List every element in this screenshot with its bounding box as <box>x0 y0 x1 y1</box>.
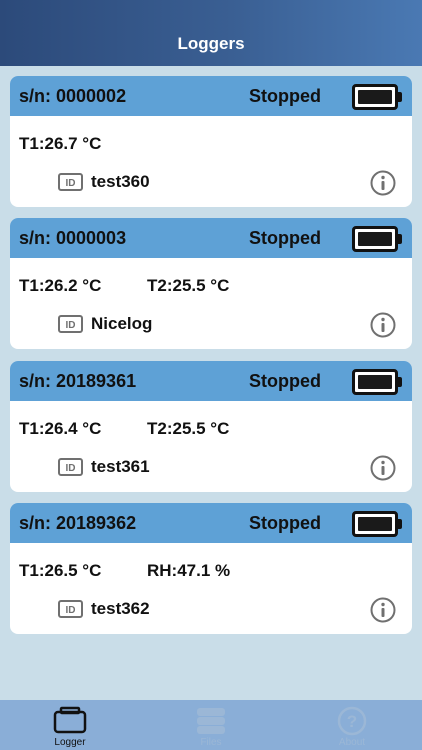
logger-name: test362 <box>91 599 150 618</box>
status-label: Stopped <box>249 228 321 248</box>
reading-2: RH:47.1 % <box>147 561 231 580</box>
battery-tip <box>398 234 402 244</box>
status-label: Stopped <box>249 371 321 391</box>
tab-logger[interactable]: Logger <box>0 700 140 750</box>
logger-card[interactable]: s/n: 20189361 Stopped T1:26.4 °C T2:25.5… <box>10 361 412 492</box>
serial-number: s/n: 20189361 <box>19 371 137 391</box>
info-icon[interactable] <box>370 597 396 623</box>
battery-tip <box>398 377 402 387</box>
tab-label: Files <box>200 737 222 748</box>
battery-tip <box>398 519 402 529</box>
temperature-1: T1:26.5 °C <box>19 561 102 580</box>
page-title: Loggers <box>177 34 245 53</box>
temperature-1: T1:26.7 °C <box>19 134 102 153</box>
logger-card[interactable]: s/n: 0000003 Stopped T1:26.2 °C T2:25.5 … <box>10 218 412 349</box>
battery-icon <box>352 84 398 110</box>
svg-text:?: ? <box>347 712 357 731</box>
logger-card[interactable]: s/n: 0000002 Stopped T1:26.7 °C ID test3… <box>10 76 412 207</box>
tab-label: Logger <box>54 737 86 748</box>
reading-2: T2:25.5 °C <box>147 276 230 295</box>
logger-card-header: s/n: 20189362 Stopped <box>10 503 412 543</box>
battery-icon <box>352 226 398 252</box>
tab-label: About <box>338 737 366 748</box>
serial-number: s/n: 0000002 <box>19 86 127 106</box>
battery-icon <box>352 511 398 537</box>
logger-name: test360 <box>91 172 150 191</box>
serial-number: s/n: 20189362 <box>19 513 137 533</box>
logger-card-header: s/n: 0000002 Stopped <box>10 76 412 116</box>
id-badge-icon: ID <box>58 458 83 476</box>
info-icon[interactable] <box>370 455 396 481</box>
tab-files[interactable]: Files <box>141 700 281 750</box>
tab-bar: Logger Files ? About <box>0 700 422 750</box>
id-badge-icon: ID <box>58 600 83 618</box>
logger-icon <box>53 706 87 734</box>
nav-header: Loggers <box>0 0 422 66</box>
svg-text:ID: ID <box>66 320 76 331</box>
logger-name: Nicelog <box>91 314 153 333</box>
id-badge-icon: ID <box>58 315 83 333</box>
logger-card-header: s/n: 0000003 Stopped <box>10 218 412 258</box>
status-label: Stopped <box>249 86 321 106</box>
logger-card-header: s/n: 20189361 Stopped <box>10 361 412 401</box>
status-label: Stopped <box>249 513 321 533</box>
info-icon[interactable] <box>370 170 396 196</box>
id-badge-icon: ID <box>58 173 83 191</box>
serial-number: s/n: 0000003 <box>19 228 127 248</box>
svg-text:ID: ID <box>66 178 76 189</box>
reading-2: T2:25.5 °C <box>147 419 230 438</box>
files-icon <box>197 708 225 734</box>
temperature-1: T1:26.4 °C <box>19 419 102 438</box>
help-icon: ? <box>337 706 367 736</box>
svg-text:ID: ID <box>66 463 76 474</box>
battery-icon <box>352 369 398 395</box>
svg-text:ID: ID <box>66 605 76 616</box>
info-icon[interactable] <box>370 312 396 338</box>
logger-name: test361 <box>91 457 150 476</box>
battery-tip <box>398 92 402 102</box>
temperature-1: T1:26.2 °C <box>19 276 102 295</box>
logger-card[interactable]: s/n: 20189362 Stopped T1:26.5 °C RH:47.1… <box>10 503 412 634</box>
tab-about[interactable]: ? About <box>282 700 422 750</box>
